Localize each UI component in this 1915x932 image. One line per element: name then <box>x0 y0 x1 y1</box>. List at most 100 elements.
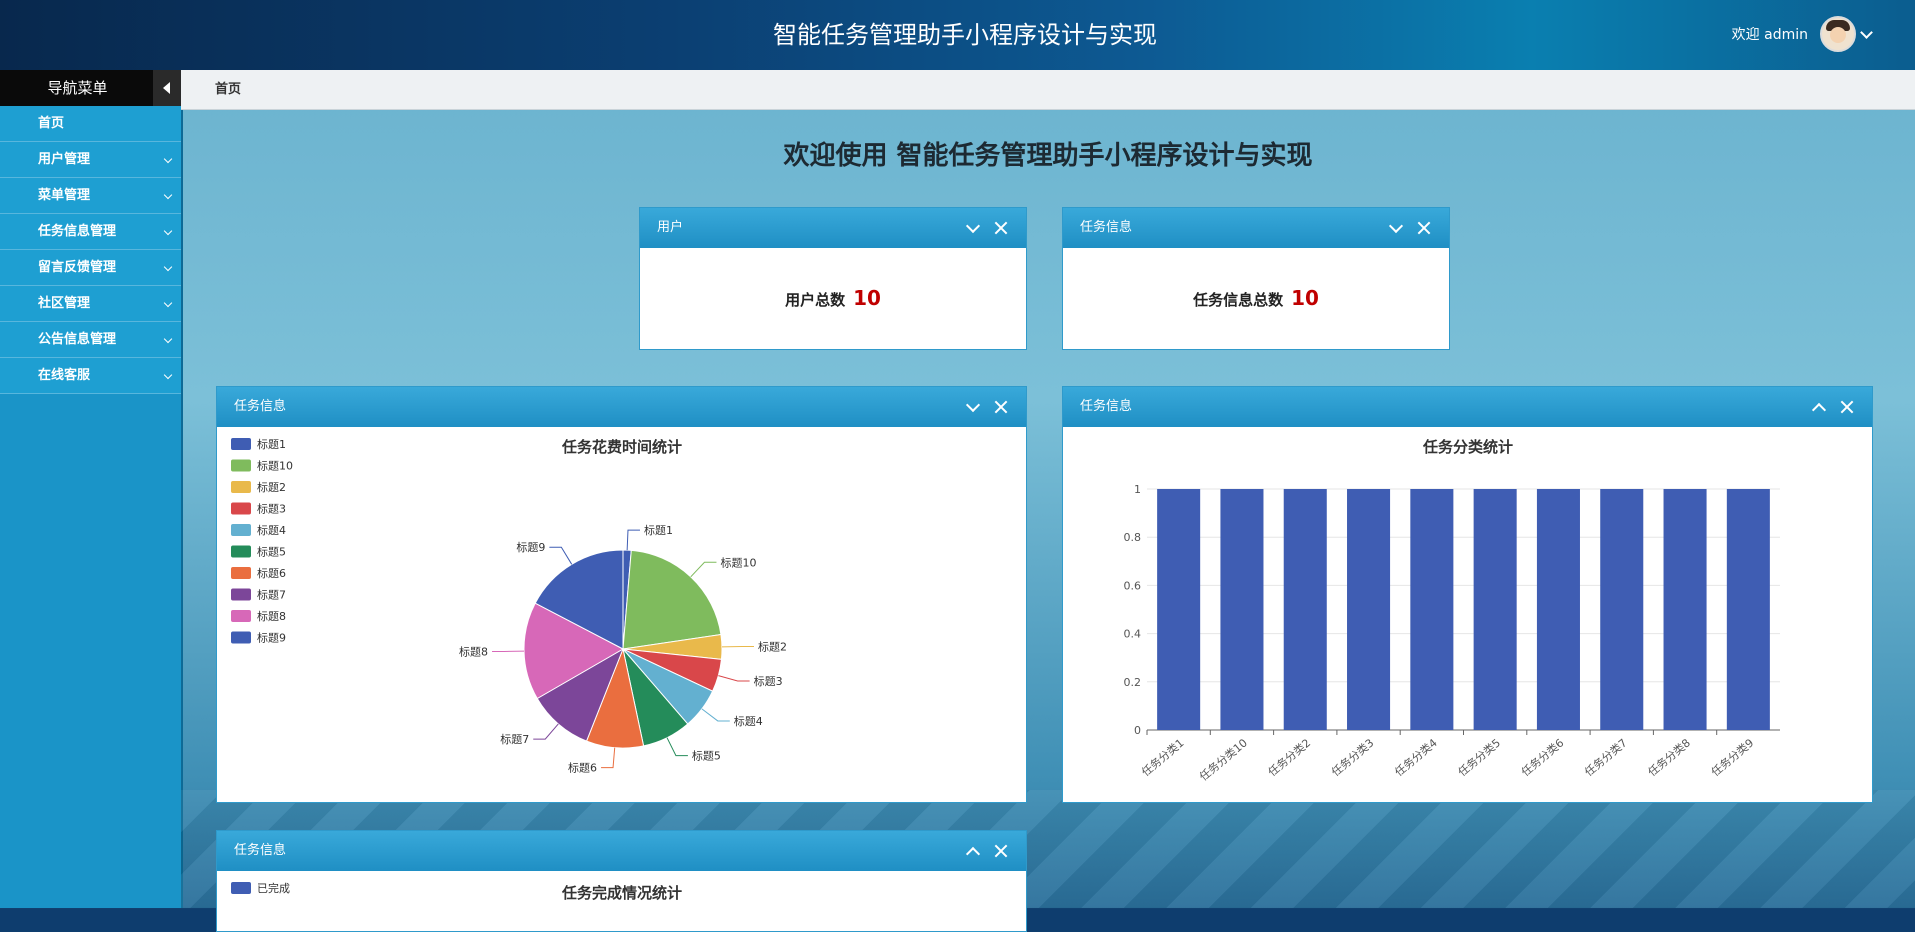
chart-title: 任务分类统计 <box>1422 438 1513 456</box>
sidebar-item-label: 在线客服 <box>38 368 90 383</box>
sidebar-item[interactable]: 首页 <box>0 106 181 142</box>
sidebar-item[interactable]: 菜单管理 <box>0 178 181 214</box>
bar[interactable] <box>1347 489 1390 730</box>
x-tick-label: 任务分类7 <box>1582 736 1630 780</box>
bar[interactable] <box>1474 489 1517 730</box>
sidebar-item[interactable]: 公告信息管理 <box>0 322 181 358</box>
task-stat-panel: 任务信息 任务信息总数10 <box>1062 207 1450 350</box>
chevron-down-icon <box>164 191 172 199</box>
avatar-icon[interactable] <box>1820 16 1856 52</box>
bar[interactable] <box>1537 489 1580 730</box>
sidebar: 导航菜单 首页用户管理菜单管理任务信息管理留言反馈管理社区管理公告信息管理在线客… <box>0 70 183 908</box>
sidebar-item[interactable]: 社区管理 <box>0 286 181 322</box>
stat-value: 10 <box>853 286 881 310</box>
breadcrumb[interactable]: 首页 <box>215 70 241 109</box>
slice-label: 标题7 <box>500 732 529 746</box>
panel-header: 任务信息 <box>1063 387 1872 427</box>
y-tick-label: 0.2 <box>1124 676 1142 689</box>
legend-label[interactable]: 标题6 <box>257 566 286 580</box>
bar[interactable] <box>1410 489 1453 730</box>
panel-header: 用户 <box>640 208 1026 248</box>
label-line <box>549 547 571 564</box>
close-icon[interactable] <box>1840 400 1854 414</box>
bar[interactable] <box>1727 489 1770 730</box>
slice-label: 标题4 <box>734 714 763 728</box>
bar[interactable] <box>1157 489 1200 730</box>
collapse-icon[interactable] <box>966 397 980 411</box>
sidebar-item-label: 菜单管理 <box>38 188 90 203</box>
slice-label: 标题1 <box>644 523 673 537</box>
y-tick-label: 0.6 <box>1124 579 1142 592</box>
panel-header: 任务信息 <box>1063 208 1449 248</box>
bar[interactable] <box>1284 489 1327 730</box>
sidebar-item[interactable]: 在线客服 <box>0 358 181 394</box>
user-menu[interactable]: 欢迎 admin <box>1732 16 1871 52</box>
legend-swatch[interactable] <box>231 882 251 894</box>
legend-swatch[interactable] <box>231 610 251 622</box>
sidebar-item-label: 用户管理 <box>38 152 90 167</box>
user-count: 用户总数 10 <box>640 248 1026 350</box>
slice-label: 标题10 <box>720 555 756 569</box>
collapse-sidebar-icon[interactable] <box>153 70 181 106</box>
legend-label[interactable]: 标题10 <box>257 459 293 473</box>
x-tick-label: 任务分类10 <box>1196 736 1249 784</box>
legend-label[interactable]: 标题1 <box>257 437 286 451</box>
collapse-icon[interactable] <box>966 218 980 232</box>
legend-label[interactable]: 已完成 <box>257 881 290 895</box>
legend-label[interactable]: 标题4 <box>257 523 286 537</box>
sidebar-item[interactable]: 任务信息管理 <box>0 214 181 250</box>
legend-label[interactable]: 标题3 <box>257 502 286 516</box>
legend-label[interactable]: 标题7 <box>257 588 286 602</box>
pie-chart-panel: 任务信息 任务花费时间统计 标题1 标题10 标题2 标题3 标题4 标题5 标题6 标题7 标… <box>216 386 1027 803</box>
slice-label: 标题2 <box>758 640 787 654</box>
legend-swatch[interactable] <box>231 481 251 493</box>
expand-icon[interactable] <box>966 846 980 860</box>
user-greeting: 欢迎 admin <box>1732 24 1808 44</box>
bar-chart: 任务分类统计 00.20.40.60.81任务分类1任务分类10任务分类2任务分… <box>1063 427 1872 801</box>
sidebar-item-label: 社区管理 <box>38 296 90 311</box>
close-icon[interactable] <box>994 221 1008 235</box>
label-line <box>627 530 640 550</box>
legend-label[interactable]: 标题9 <box>257 631 286 645</box>
bar[interactable] <box>1664 489 1707 730</box>
label-line <box>533 724 558 739</box>
legend-label[interactable]: 标题5 <box>257 545 286 559</box>
close-icon[interactable] <box>994 844 1008 858</box>
collapse-icon[interactable] <box>1389 218 1403 232</box>
legend-swatch[interactable] <box>231 546 251 558</box>
legend-swatch[interactable] <box>231 632 251 644</box>
legend-label[interactable]: 标题2 <box>257 480 286 494</box>
label-line <box>718 676 749 681</box>
chevron-down-icon <box>164 371 172 379</box>
stat-label: 用户总数 <box>785 291 845 309</box>
legend-swatch[interactable] <box>231 567 251 579</box>
completion-chart-panel: 任务信息 任务完成情况统计 已完成 <box>216 830 1027 932</box>
legend-swatch[interactable] <box>231 438 251 450</box>
pie-chart: 任务花费时间统计 标题1 标题10 标题2 标题3 标题4 标题5 标题6 标题7 标题8 标题9… <box>217 427 1026 801</box>
bar[interactable] <box>1220 489 1263 730</box>
panel-title: 任务信息 <box>1080 387 1132 427</box>
sidebar-item[interactable]: 用户管理 <box>0 142 181 178</box>
user-stat-panel: 用户 用户总数 10 <box>639 207 1027 350</box>
panel-title: 任务信息 <box>1080 208 1132 248</box>
sidebar-item[interactable]: 留言反馈管理 <box>0 250 181 286</box>
stat-value: 10 <box>1291 286 1319 310</box>
chevron-down-icon[interactable] <box>1860 26 1873 39</box>
bar[interactable] <box>1600 489 1643 730</box>
expand-icon[interactable] <box>1812 402 1826 416</box>
chart-title: 任务花费时间统计 <box>561 438 682 456</box>
x-tick-label: 任务分类8 <box>1645 736 1693 780</box>
pie-slice[interactable] <box>623 550 721 649</box>
legend-swatch[interactable] <box>231 503 251 515</box>
legend-swatch[interactable] <box>231 460 251 472</box>
top-header: 智能任务管理助手小程序设计与实现 欢迎 admin <box>0 0 1915 70</box>
legend-label[interactable]: 标题8 <box>257 609 286 623</box>
legend-swatch[interactable] <box>231 524 251 536</box>
y-tick-label: 1 <box>1134 483 1141 496</box>
panel-title: 任务信息 <box>234 387 286 427</box>
close-icon[interactable] <box>1417 221 1431 235</box>
breadcrumb-bar: 首页 <box>181 70 1915 110</box>
legend-swatch[interactable] <box>231 589 251 601</box>
close-icon[interactable] <box>994 400 1008 414</box>
slice-label: 标题5 <box>692 749 721 763</box>
